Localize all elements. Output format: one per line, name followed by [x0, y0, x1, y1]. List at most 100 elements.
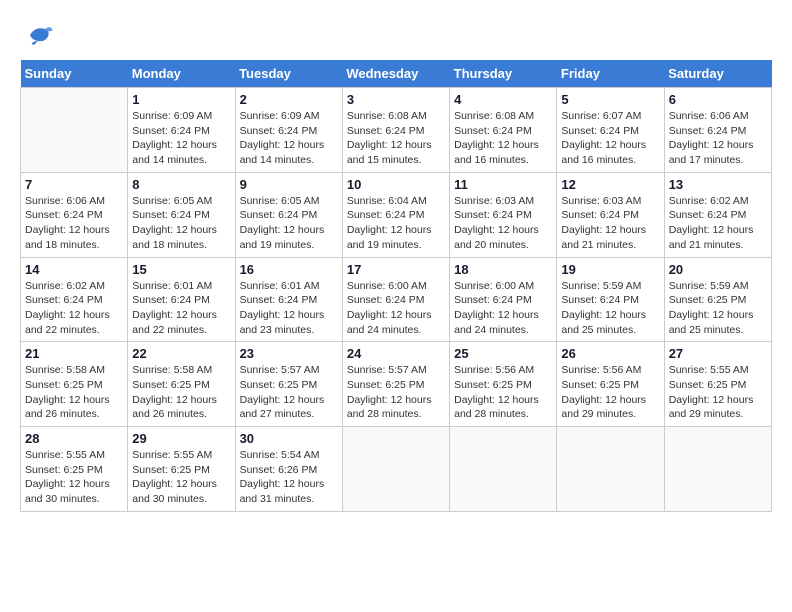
- calendar-cell: 4 Sunrise: 6:08 AMSunset: 6:24 PMDaylight…: [450, 88, 557, 173]
- calendar-table: SundayMondayTuesdayWednesdayThursdayFrid…: [20, 60, 772, 512]
- day-number: 30: [240, 431, 338, 446]
- calendar-cell: [342, 427, 449, 512]
- calendar-cell: 23 Sunrise: 5:57 AMSunset: 6:25 PMDayligh…: [235, 342, 342, 427]
- calendar-cell: 22 Sunrise: 5:58 AMSunset: 6:25 PMDayligh…: [128, 342, 235, 427]
- day-number: 23: [240, 346, 338, 361]
- day-info: Sunrise: 5:55 AMSunset: 6:25 PMDaylight:…: [132, 448, 230, 507]
- day-number: 22: [132, 346, 230, 361]
- day-number: 29: [132, 431, 230, 446]
- day-number: 18: [454, 262, 552, 277]
- day-info: Sunrise: 5:54 AMSunset: 6:26 PMDaylight:…: [240, 448, 338, 507]
- calendar-cell: 2Sunrise: 6:09 AMSunset: 6:24 PMDaylight…: [235, 88, 342, 173]
- day-info: Sunrise: 5:58 AMSunset: 6:25 PMDaylight:…: [132, 363, 230, 422]
- day-number: 12: [561, 177, 659, 192]
- calendar-week-4: 21 Sunrise: 5:58 AMSunset: 6:25 PMDayligh…: [21, 342, 772, 427]
- day-number: 9: [240, 177, 338, 192]
- day-info: Sunrise: 5:55 AMSunset: 6:25 PMDaylight:…: [669, 363, 767, 422]
- calendar-header-row: SundayMondayTuesdayWednesdayThursdayFrid…: [21, 60, 772, 88]
- calendar-cell: [664, 427, 771, 512]
- day-number: 25: [454, 346, 552, 361]
- day-info: Sunrise: 6:01 AMSunset: 6:24 PMDaylight:…: [132, 279, 230, 338]
- calendar-cell: 14 Sunrise: 6:02 AMSunset: 6:24 PMDayligh…: [21, 257, 128, 342]
- day-info: Sunrise: 5:55 AMSunset: 6:25 PMDaylight:…: [25, 448, 123, 507]
- page-header: [20, 20, 772, 50]
- calendar-cell: 21 Sunrise: 5:58 AMSunset: 6:25 PMDayligh…: [21, 342, 128, 427]
- calendar-cell: 24 Sunrise: 5:57 AMSunset: 6:25 PMDayligh…: [342, 342, 449, 427]
- day-number: 4: [454, 92, 552, 107]
- day-number: 7: [25, 177, 123, 192]
- day-number: 26: [561, 346, 659, 361]
- calendar-week-1: 1 Sunrise: 6:09 AMSunset: 6:24 PMDaylight…: [21, 88, 772, 173]
- calendar-cell: 20 Sunrise: 5:59 AMSunset: 6:25 PMDayligh…: [664, 257, 771, 342]
- calendar-week-3: 14 Sunrise: 6:02 AMSunset: 6:24 PMDayligh…: [21, 257, 772, 342]
- day-number: 6: [669, 92, 767, 107]
- day-number: 17: [347, 262, 445, 277]
- day-number: 20: [669, 262, 767, 277]
- day-number: 19: [561, 262, 659, 277]
- calendar-cell: 6 Sunrise: 6:06 AMSunset: 6:24 PMDaylight…: [664, 88, 771, 173]
- calendar-cell: 28 Sunrise: 5:55 AMSunset: 6:25 PMDayligh…: [21, 427, 128, 512]
- calendar-cell: 9 Sunrise: 6:05 AMSunset: 6:24 PMDaylight…: [235, 172, 342, 257]
- day-info: Sunrise: 5:57 AMSunset: 6:25 PMDaylight:…: [347, 363, 445, 422]
- column-header-friday: Friday: [557, 60, 664, 88]
- day-info: Sunrise: 6:01 AMSunset: 6:24 PMDaylight:…: [240, 279, 338, 338]
- day-info: Sunrise: 6:06 AMSunset: 6:24 PMDaylight:…: [669, 109, 767, 168]
- day-number: 13: [669, 177, 767, 192]
- logo: [20, 20, 54, 50]
- day-number: 15: [132, 262, 230, 277]
- day-number: 24: [347, 346, 445, 361]
- calendar-cell: 29 Sunrise: 5:55 AMSunset: 6:25 PMDayligh…: [128, 427, 235, 512]
- logo-bird-icon: [24, 20, 54, 50]
- day-info: Sunrise: 6:02 AMSunset: 6:24 PMDaylight:…: [669, 194, 767, 253]
- day-number: 14: [25, 262, 123, 277]
- calendar-cell: 15 Sunrise: 6:01 AMSunset: 6:24 PMDayligh…: [128, 257, 235, 342]
- day-info: Sunrise: 6:08 AMSunset: 6:24 PMDaylight:…: [347, 109, 445, 168]
- calendar-cell: 25 Sunrise: 5:56 AMSunset: 6:25 PMDayligh…: [450, 342, 557, 427]
- calendar-cell: 13 Sunrise: 6:02 AMSunset: 6:24 PMDayligh…: [664, 172, 771, 257]
- calendar-cell: [557, 427, 664, 512]
- day-number: 10: [347, 177, 445, 192]
- day-number: 28: [25, 431, 123, 446]
- day-number: 21: [25, 346, 123, 361]
- calendar-cell: 7 Sunrise: 6:06 AMSunset: 6:24 PMDaylight…: [21, 172, 128, 257]
- calendar-cell: 26 Sunrise: 5:56 AMSunset: 6:25 PMDayligh…: [557, 342, 664, 427]
- calendar-cell: 12 Sunrise: 6:03 AMSunset: 6:24 PMDayligh…: [557, 172, 664, 257]
- day-info: Sunrise: 5:56 AMSunset: 6:25 PMDaylight:…: [561, 363, 659, 422]
- column-header-tuesday: Tuesday: [235, 60, 342, 88]
- column-header-saturday: Saturday: [664, 60, 771, 88]
- day-info: Sunrise: 6:00 AMSunset: 6:24 PMDaylight:…: [347, 279, 445, 338]
- day-number: 8: [132, 177, 230, 192]
- calendar-cell: 8 Sunrise: 6:05 AMSunset: 6:24 PMDaylight…: [128, 172, 235, 257]
- calendar-week-2: 7 Sunrise: 6:06 AMSunset: 6:24 PMDaylight…: [21, 172, 772, 257]
- calendar-cell: 5Sunrise: 6:07 AMSunset: 6:24 PMDaylight…: [557, 88, 664, 173]
- day-info: Sunrise: 5:56 AMSunset: 6:25 PMDaylight:…: [454, 363, 552, 422]
- day-info: Sunrise: 6:07 AMSunset: 6:24 PMDaylight:…: [561, 109, 659, 168]
- day-info: Sunrise: 6:03 AMSunset: 6:24 PMDaylight:…: [561, 194, 659, 253]
- day-info: Sunrise: 6:06 AMSunset: 6:24 PMDaylight:…: [25, 194, 123, 253]
- calendar-cell: 19 Sunrise: 5:59 AMSunset: 6:24 PMDayligh…: [557, 257, 664, 342]
- day-number: 11: [454, 177, 552, 192]
- calendar-cell: [450, 427, 557, 512]
- day-info: Sunrise: 5:59 AMSunset: 6:24 PMDaylight:…: [561, 279, 659, 338]
- calendar-cell: 3Sunrise: 6:08 AMSunset: 6:24 PMDaylight…: [342, 88, 449, 173]
- day-number: 16: [240, 262, 338, 277]
- column-header-monday: Monday: [128, 60, 235, 88]
- day-info: Sunrise: 6:05 AMSunset: 6:24 PMDaylight:…: [240, 194, 338, 253]
- day-number: 27: [669, 346, 767, 361]
- day-info: Sunrise: 6:03 AMSunset: 6:24 PMDaylight:…: [454, 194, 552, 253]
- calendar-cell: 17 Sunrise: 6:00 AMSunset: 6:24 PMDayligh…: [342, 257, 449, 342]
- day-info: Sunrise: 5:58 AMSunset: 6:25 PMDaylight:…: [25, 363, 123, 422]
- day-info: Sunrise: 5:57 AMSunset: 6:25 PMDaylight:…: [240, 363, 338, 422]
- day-info: Sunrise: 6:04 AMSunset: 6:24 PMDaylight:…: [347, 194, 445, 253]
- day-info: Sunrise: 6:02 AMSunset: 6:24 PMDaylight:…: [25, 279, 123, 338]
- day-info: Sunrise: 5:59 AMSunset: 6:25 PMDaylight:…: [669, 279, 767, 338]
- calendar-cell: 18Sunrise: 6:00 AMSunset: 6:24 PMDayligh…: [450, 257, 557, 342]
- day-info: Sunrise: 6:09 AMSunset: 6:24 PMDaylight:…: [132, 109, 230, 168]
- day-info: Sunrise: 6:08 AMSunset: 6:24 PMDaylight:…: [454, 109, 552, 168]
- day-number: 1: [132, 92, 230, 107]
- calendar-cell: 16 Sunrise: 6:01 AMSunset: 6:24 PMDayligh…: [235, 257, 342, 342]
- day-info: Sunrise: 6:05 AMSunset: 6:24 PMDaylight:…: [132, 194, 230, 253]
- calendar-cell: [21, 88, 128, 173]
- calendar-week-5: 28 Sunrise: 5:55 AMSunset: 6:25 PMDayligh…: [21, 427, 772, 512]
- calendar-cell: 11 Sunrise: 6:03 AMSunset: 6:24 PMDayligh…: [450, 172, 557, 257]
